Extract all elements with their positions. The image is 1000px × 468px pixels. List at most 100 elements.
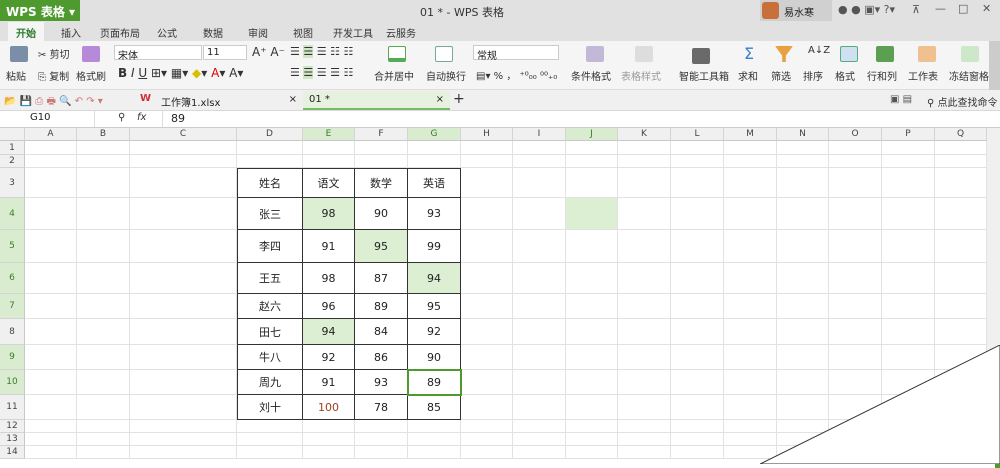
table-cell[interactable]: 95 bbox=[408, 294, 461, 319]
cell[interactable] bbox=[130, 345, 237, 370]
table-cell[interactable]: 93 bbox=[355, 370, 408, 395]
cell[interactable] bbox=[303, 446, 355, 459]
cell[interactable] bbox=[724, 230, 777, 263]
cell[interactable] bbox=[130, 198, 237, 230]
column-header[interactable]: E bbox=[303, 128, 355, 141]
tab-data[interactable]: 数据 bbox=[203, 25, 223, 40]
cell[interactable] bbox=[777, 141, 829, 155]
table-cell[interactable]: 刘十 bbox=[237, 395, 303, 420]
cell[interactable] bbox=[671, 345, 724, 370]
table-cell[interactable]: 99 bbox=[408, 230, 461, 263]
pin-ribbon-icon[interactable]: ⊼ bbox=[912, 3, 920, 16]
column-header[interactable]: N bbox=[777, 128, 829, 141]
cell[interactable] bbox=[671, 319, 724, 345]
cell[interactable] bbox=[130, 230, 237, 263]
merge-center-button[interactable]: 合并居中 bbox=[374, 68, 414, 83]
cell[interactable] bbox=[130, 168, 237, 198]
table-cell[interactable]: 90 bbox=[408, 345, 461, 370]
cell[interactable] bbox=[618, 420, 671, 433]
table-cell[interactable]: 85 bbox=[408, 395, 461, 420]
cell[interactable] bbox=[671, 446, 724, 459]
table-cell[interactable]: 李四 bbox=[237, 230, 303, 263]
cell[interactable] bbox=[237, 433, 303, 446]
cell[interactable] bbox=[77, 433, 130, 446]
cell[interactable] bbox=[935, 198, 987, 230]
freeze-panes-button[interactable]: 冻结窗格 bbox=[949, 68, 989, 83]
font-select[interactable]: 宋体 bbox=[114, 45, 202, 62]
cell[interactable] bbox=[777, 294, 829, 319]
cell[interactable] bbox=[671, 230, 724, 263]
table-cell[interactable]: 84 bbox=[355, 319, 408, 345]
user-account[interactable]: 易水寒 bbox=[760, 0, 832, 21]
table-cell[interactable]: 98 bbox=[303, 198, 355, 230]
cell[interactable] bbox=[513, 155, 566, 168]
cell[interactable] bbox=[513, 263, 566, 294]
filter-button[interactable]: 筛选 bbox=[771, 68, 791, 83]
cell[interactable] bbox=[130, 433, 237, 446]
cell[interactable] bbox=[618, 198, 671, 230]
worksheet-button[interactable]: 工作表 bbox=[908, 68, 938, 83]
cell[interactable] bbox=[724, 168, 777, 198]
table-cell[interactable]: 张三 bbox=[237, 198, 303, 230]
row-header[interactable]: 3 bbox=[0, 168, 25, 198]
conditional-format-button[interactable]: 条件格式 bbox=[571, 68, 611, 83]
cell[interactable] bbox=[355, 433, 408, 446]
cell[interactable] bbox=[829, 155, 882, 168]
cell[interactable] bbox=[77, 420, 130, 433]
table-cell[interactable]: 95 bbox=[355, 230, 408, 263]
cell[interactable] bbox=[77, 230, 130, 263]
row-header[interactable]: 8 bbox=[0, 319, 25, 345]
column-header[interactable]: H bbox=[461, 128, 513, 141]
app-menu-button[interactable]: WPS 表格 ▾ bbox=[0, 0, 80, 21]
cell[interactable] bbox=[513, 198, 566, 230]
tab-formulas[interactable]: 公式 bbox=[157, 25, 177, 40]
cell[interactable] bbox=[25, 433, 77, 446]
cell[interactable] bbox=[882, 294, 935, 319]
table-cell[interactable]: 王五 bbox=[237, 263, 303, 294]
active-cell-G10[interactable] bbox=[407, 369, 462, 396]
cell[interactable] bbox=[777, 198, 829, 230]
table-cell[interactable]: 92 bbox=[303, 345, 355, 370]
cell[interactable] bbox=[408, 433, 461, 446]
table-cell[interactable]: 89 bbox=[355, 294, 408, 319]
cell[interactable] bbox=[461, 198, 513, 230]
cell[interactable] bbox=[618, 155, 671, 168]
cell[interactable] bbox=[25, 155, 77, 168]
cell[interactable] bbox=[77, 294, 130, 319]
cell[interactable] bbox=[461, 319, 513, 345]
cell[interactable] bbox=[130, 263, 237, 294]
highlighted-cell-J4[interactable] bbox=[566, 198, 618, 230]
cell[interactable] bbox=[408, 420, 461, 433]
cell[interactable] bbox=[461, 370, 513, 395]
cell[interactable] bbox=[303, 433, 355, 446]
cell[interactable] bbox=[935, 230, 987, 263]
cell[interactable] bbox=[882, 263, 935, 294]
row-col-button[interactable]: 行和列 bbox=[867, 68, 897, 83]
cell[interactable] bbox=[777, 168, 829, 198]
number-buttons[interactable]: ▤▾ % ， ⁺⁰₀₀ ⁰⁰₊₀ bbox=[476, 67, 557, 82]
tab-review[interactable]: 审阅 bbox=[248, 25, 268, 40]
cell[interactable] bbox=[618, 370, 671, 395]
column-header[interactable]: A bbox=[25, 128, 77, 141]
tab-developer[interactable]: 开发工具 bbox=[333, 25, 373, 40]
cell[interactable] bbox=[566, 370, 618, 395]
cell[interactable] bbox=[77, 395, 130, 420]
cell[interactable] bbox=[25, 395, 77, 420]
column-header[interactable]: K bbox=[618, 128, 671, 141]
new-tab-button[interactable]: + bbox=[453, 91, 465, 107]
cell[interactable] bbox=[513, 446, 566, 459]
table-cell[interactable]: 87 bbox=[355, 263, 408, 294]
formula-input[interactable]: 89 bbox=[162, 111, 1000, 127]
cell[interactable] bbox=[882, 141, 935, 155]
table-cell[interactable]: 90 bbox=[355, 198, 408, 230]
table-cell[interactable]: 94 bbox=[408, 263, 461, 294]
cell[interactable] bbox=[777, 230, 829, 263]
cell[interactable] bbox=[618, 263, 671, 294]
cell[interactable] bbox=[461, 294, 513, 319]
table-cell[interactable]: 牛八 bbox=[237, 345, 303, 370]
column-header[interactable]: I bbox=[513, 128, 566, 141]
cell[interactable] bbox=[461, 420, 513, 433]
sum-button[interactable]: 求和 bbox=[738, 68, 758, 83]
maximize-button[interactable]: □ bbox=[958, 2, 968, 15]
cell[interactable] bbox=[618, 168, 671, 198]
